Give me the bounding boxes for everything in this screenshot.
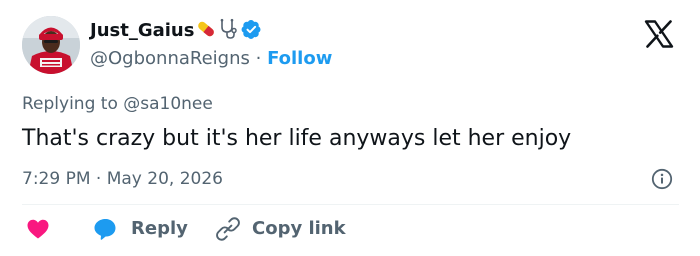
tweet-text: That's crazy but it's her life anyways l… [22,126,572,151]
x-logo-icon[interactable] [644,20,674,48]
verified-badge-icon [241,19,262,44]
tweet-timestamp[interactable]: 7:29 PM · May 20, 2026 [22,168,223,190]
timestamp-separator: · [95,169,102,189]
author-handle-row: @OgbonnaReigns · Follow [90,47,332,71]
action-divider [22,204,679,205]
reply-button[interactable]: Reply [93,217,188,241]
speech-bubble-icon [94,219,116,240]
copy-link-button[interactable]: Copy link [216,217,346,241]
replying-to-line: Replying to @sa10nee [22,93,213,115]
reply-label: Reply [131,218,188,239]
info-icon[interactable] [651,168,673,190]
like-button[interactable] [26,217,50,241]
tweet-date: May 20, 2026 [106,169,223,189]
pill-emoji-icon [195,18,217,44]
replying-to-prefix: Replying to [22,94,118,114]
author-avatar[interactable] [22,16,80,74]
tweet-time: 7:29 PM [22,169,91,189]
copy-link-label: Copy link [252,218,346,239]
follow-button[interactable]: Follow [267,48,332,69]
stethoscope-emoji-icon [218,18,238,44]
heart-icon [27,219,49,239]
author-handle[interactable]: @OgbonnaReigns [90,48,250,69]
handle-separator: · [255,48,262,69]
link-icon [216,217,240,241]
author-display-name[interactable]: Just_Gaius [90,19,194,43]
author-name-row: Just_Gaius [90,18,262,44]
replying-to-handle[interactable]: @sa10nee [123,94,213,114]
avatar-image [22,16,80,74]
